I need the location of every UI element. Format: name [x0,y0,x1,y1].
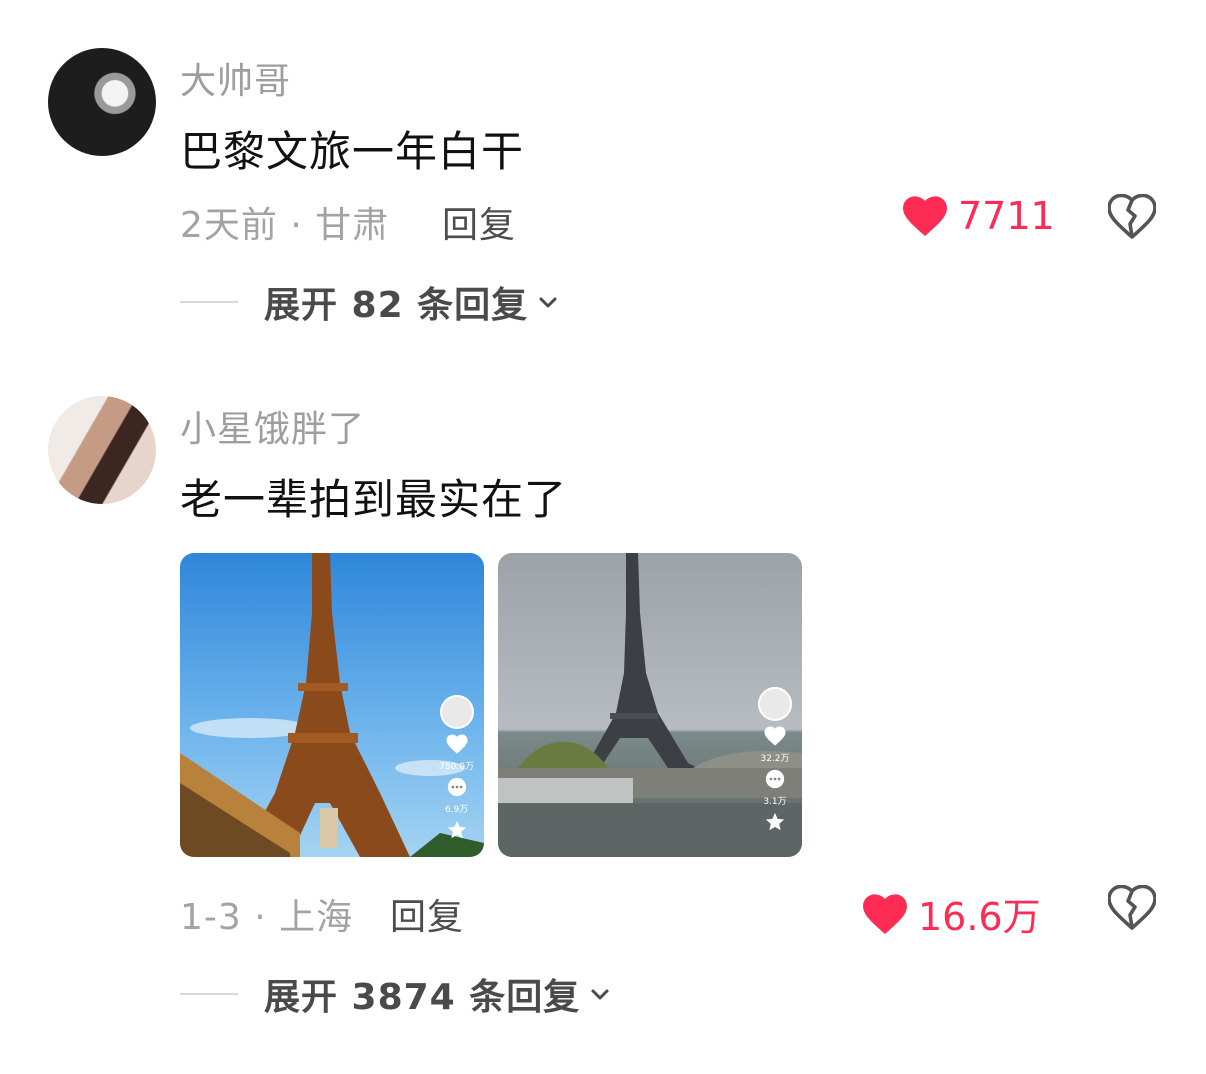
video-like-count: 750.0万 [439,762,474,772]
video-like-count: 32.2万 [760,754,790,764]
video-side-actions: 32.2万 3.1万 [758,687,792,833]
comment-meta: 1-3 · 上海 [180,897,354,938]
avatar[interactable] [439,695,474,729]
video-comment-count: 3.1万 [763,797,787,807]
video-side-actions: 750.0万 6.9万 [439,695,474,841]
like-button[interactable]: 16.6万 [862,886,1041,941]
chevron-down-icon [591,989,609,1000]
comment-image[interactable]: 750.0万 6.9万 [180,553,484,857]
heart-icon[interactable] [446,733,468,755]
broken-heart-icon[interactable] [1108,885,1156,931]
expand-replies-button[interactable]: 展开 3874 条回复 [180,968,612,1020]
comment-text: 老一辈拍到最实在了 [180,475,568,524]
comment-icon[interactable] [446,776,468,798]
expand-replies-label: 展开 3874 条回复 [264,977,581,1018]
star-icon[interactable] [764,811,786,833]
star-icon[interactable] [446,819,468,841]
video-comment-count: 6.9万 [444,805,469,815]
heart-icon [863,893,907,934]
avatar[interactable] [48,396,156,504]
eiffel-tower-photo [498,553,802,857]
comment-username[interactable]: 小星饿胖了 [180,400,365,452]
like-count: 16.6万 [918,895,1041,939]
heart-icon[interactable] [764,725,786,747]
avatar[interactable] [758,687,792,721]
reply-button[interactable]: 回复 [390,888,464,940]
comment-image[interactable]: 32.2万 3.1万 [498,553,802,857]
divider [180,993,238,995]
comment-item: 小星饿胖了 老一辈拍到最实在了 750.0万 6.9万 32.2万 3.1万 1… [0,0,1206,1074]
comment-icon[interactable] [764,768,786,790]
